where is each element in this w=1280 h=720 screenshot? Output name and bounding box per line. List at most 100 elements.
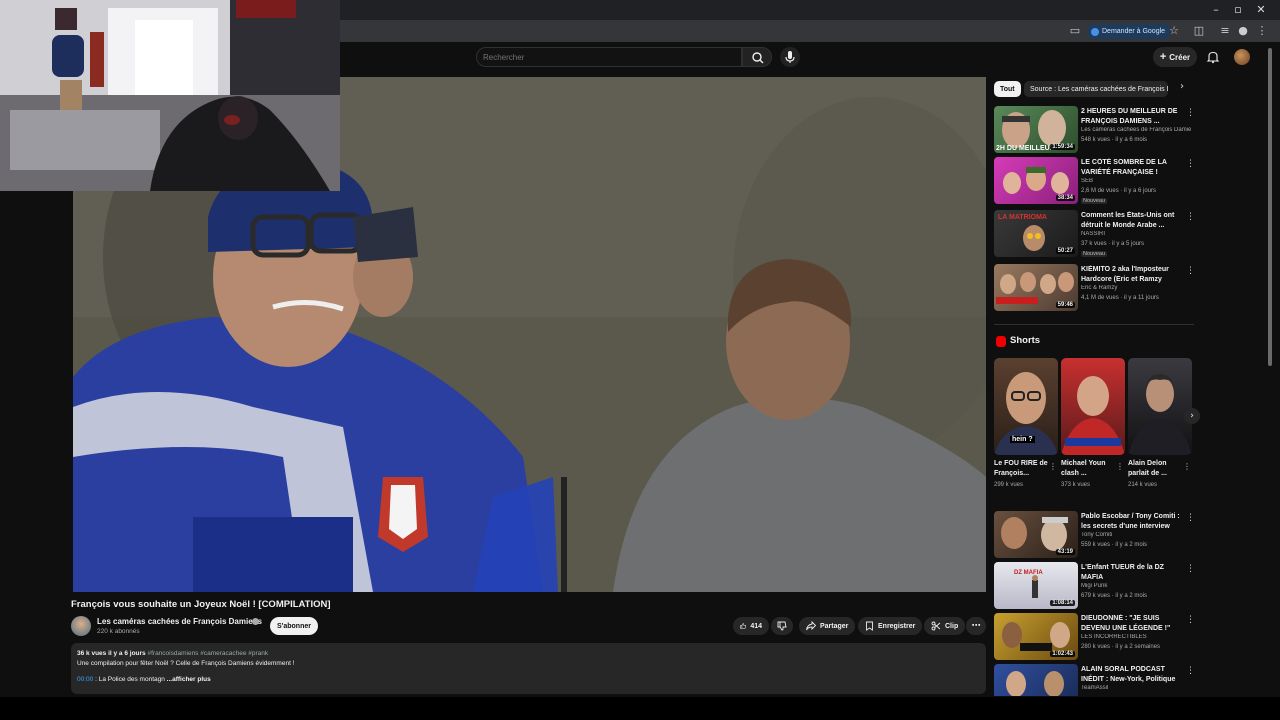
page-scrollbar[interactable] [1268,48,1272,366]
video-title[interactable]: LE CÔTÉ SOMBRE DE LA VARIÉTÉ FRANÇAISE ! [1081,158,1187,177]
kebab-icon[interactable]: ⋮ [1186,564,1195,574]
short-item[interactable]: Alain Delon parlait de ... 214 k vues ⋮ [1128,358,1192,488]
short-title[interactable]: Le FOU RIRE de François... [994,459,1050,479]
short-views: 299 k vues [994,482,1024,488]
upload-age: il y a 6 jours [108,650,146,657]
list-item[interactable]: ALAIN SORAL PODCAST INÉDIT : New-York, P… [994,664,1194,696]
hashtags[interactable]: #francoisdamiens #cameracachee #prank [147,650,268,657]
list-item[interactable]: 2H DU MEILLEUR 1:59:34 2 HEURES DU MEILL… [994,106,1195,154]
profile-extension-icon[interactable]: ● [1236,24,1250,38]
channel-name[interactable]: Tony Comiti [1081,532,1191,538]
video-meta: 37 k vues · il y a 5 jours [1081,241,1145,247]
short-thumbnail[interactable] [1061,358,1125,455]
channel-name[interactable]: LES INCORRECTIBLES [1081,634,1191,640]
subscribe-button[interactable]: S'abonner [270,617,318,635]
chevron-right-icon[interactable]: › [1176,81,1188,97]
short-thumbnail[interactable]: hein ? [994,358,1058,455]
short-thumbnail[interactable] [1128,358,1192,455]
avatar[interactable] [1234,49,1250,65]
kebab-icon[interactable]: ⋮ [1183,462,1191,471]
channel-name[interactable]: NASSIRI [1081,231,1191,237]
video-thumbnail[interactable]: 2H DU MEILLEUR 1:59:34 [994,106,1078,153]
video-thumbnail[interactable]: 43:19 [994,511,1078,558]
tab-search-icon[interactable]: ≡ [1218,24,1232,38]
chapter-timestamp[interactable]: 00:00 [77,676,93,683]
channel-name[interactable]: Les caméras cachées de François Damiens [1081,127,1191,133]
channel-name[interactable]: Eric & Ramzy [1081,285,1191,291]
shorts-icon [996,336,1006,347]
channel-name[interactable]: TeamAssil [1081,685,1191,691]
description-box[interactable]: 36 k vues il y a 6 jours #francoisdamien… [71,643,986,694]
description-text: Une compilation pour fêter Noël ? Celle … [77,660,295,667]
minimize-icon[interactable]: – [1209,3,1223,16]
list-item[interactable]: DZ MAFIA 1:08:14 L'Enfant TUEUR de la DZ… [994,562,1195,610]
search-icon [752,52,764,64]
share-button[interactable]: Partager [799,617,856,635]
chip-source[interactable]: Source : Les caméras cachées de François… [1024,81,1168,97]
save-button[interactable]: Enregistrer [858,617,923,635]
video-title[interactable]: L'Enfant TUEUR de la DZ MAFIA [1081,563,1187,582]
video-thumbnail[interactable]: 59:46 [994,264,1078,311]
show-more-link[interactable]: ...afficher plus [167,676,211,683]
video-title[interactable]: DIEUDONNÉ : "JE SUIS DEVENU UNE LÉGENDE … [1081,614,1187,633]
maximize-icon[interactable]: ▫ [1231,3,1245,16]
close-window-icon[interactable]: ✕ [1254,3,1268,16]
channel-avatar[interactable] [71,616,91,636]
description-chapter-line: 00:00 : La Police des montagn ...affiche… [77,676,211,683]
video-thumbnail[interactable] [994,664,1078,696]
dislike-button[interactable] [771,617,793,635]
section-divider [994,324,1194,325]
channel-name[interactable]: Les caméras cachées de François Damiens [97,617,262,626]
channel-name[interactable]: Migi Punk [1081,583,1191,589]
list-item[interactable]: 59:46 KIÉMITO 2 aka l'Imposteur Hardcore… [994,264,1195,312]
kebab-icon[interactable]: ⋮ [1186,266,1195,276]
kebab-icon[interactable]: ⋮ [1186,159,1195,169]
more-actions-button[interactable]: ⋯ [966,617,986,635]
short-title[interactable]: Michael Youn clash ... [1061,459,1117,479]
channel-name[interactable]: SEB [1081,178,1191,184]
ask-google-chip[interactable]: Demander à Google [1087,24,1172,39]
list-item[interactable]: 43:19 Pablo Escobar / Tony Comiti : les … [994,511,1195,559]
search-button[interactable] [742,47,772,67]
video-meta: 548 k vues · il y a 6 mois [1081,137,1148,143]
video-title: François vous souhaite un Joyeux Noël ! … [71,599,331,610]
kebab-icon[interactable]: ⋮ [1186,513,1195,523]
video-thumbnail[interactable]: 38:34 [994,157,1078,204]
bookmark-star-icon[interactable]: ☆ [1167,24,1181,38]
voice-search-button[interactable] [780,47,800,67]
video-title[interactable]: Comment les États-Unis ont détruit le Mo… [1081,211,1187,230]
like-button[interactable]: 414 [733,617,769,635]
chevron-right-icon[interactable]: › [1184,408,1200,424]
kebab-icon[interactable]: ⋮ [1186,615,1195,625]
extensions-icon[interactable]: ◫ [1192,24,1206,38]
video-title[interactable]: Pablo Escobar / Tony Comiti : les secret… [1081,512,1187,531]
kebab-icon[interactable]: ⋮ [1186,212,1195,222]
kebab-icon[interactable]: ⋮ [1186,108,1195,118]
short-item[interactable]: Michael Youn clash ... 373 k vues ⋮ [1061,358,1125,488]
search-input[interactable] [476,47,742,67]
short-title[interactable]: Alain Delon parlait de ... [1128,459,1184,479]
video-thumbnail[interactable]: LA MATRIOMA 50:27 [994,210,1078,257]
list-item[interactable]: 1:02:43 DIEUDONNÉ : "JE SUIS DEVENU UNE … [994,613,1195,661]
create-button[interactable]: + Créer [1153,47,1197,67]
video-title[interactable]: ALAIN SORAL PODCAST INÉDIT : New-York, P… [1081,665,1187,684]
chip-all[interactable]: Tout [994,81,1021,97]
browser-menu-icon[interactable]: ⋮ [1255,24,1269,38]
list-item[interactable]: 38:34 LE CÔTÉ SOMBRE DE LA VARIÉTÉ FRANÇ… [994,157,1195,205]
video-thumbnail[interactable]: DZ MAFIA 1:08:14 [994,562,1078,609]
kebab-icon[interactable]: ⋮ [1049,462,1057,471]
kebab-icon[interactable]: ⋮ [1186,666,1194,676]
create-label: Créer [1169,52,1191,62]
kebab-icon[interactable]: ⋮ [1116,462,1124,471]
clip-button[interactable]: Clip [924,617,966,635]
video-meta: 679 k vues · il y a 2 mois [1081,593,1148,599]
list-item[interactable]: LA MATRIOMA 50:27 Comment les États-Unis… [994,210,1195,258]
verified-icon [252,618,259,625]
video-title[interactable]: KIÉMITO 2 aka l'Imposteur Hardcore (Eric… [1081,265,1187,284]
bell-icon[interactable] [1206,50,1220,64]
video-title[interactable]: 2 HEURES DU MEILLEUR DE FRANÇOIS DAMIENS… [1081,107,1187,126]
svg-text:2H DU MEILLEUR: 2H DU MEILLEUR [996,145,1055,152]
video-thumbnail[interactable]: 1:02:43 [994,613,1078,660]
short-item[interactable]: hein ? Le FOU RIRE de François... 299 k … [994,358,1058,488]
cast-icon[interactable]: ▭ [1068,24,1082,38]
